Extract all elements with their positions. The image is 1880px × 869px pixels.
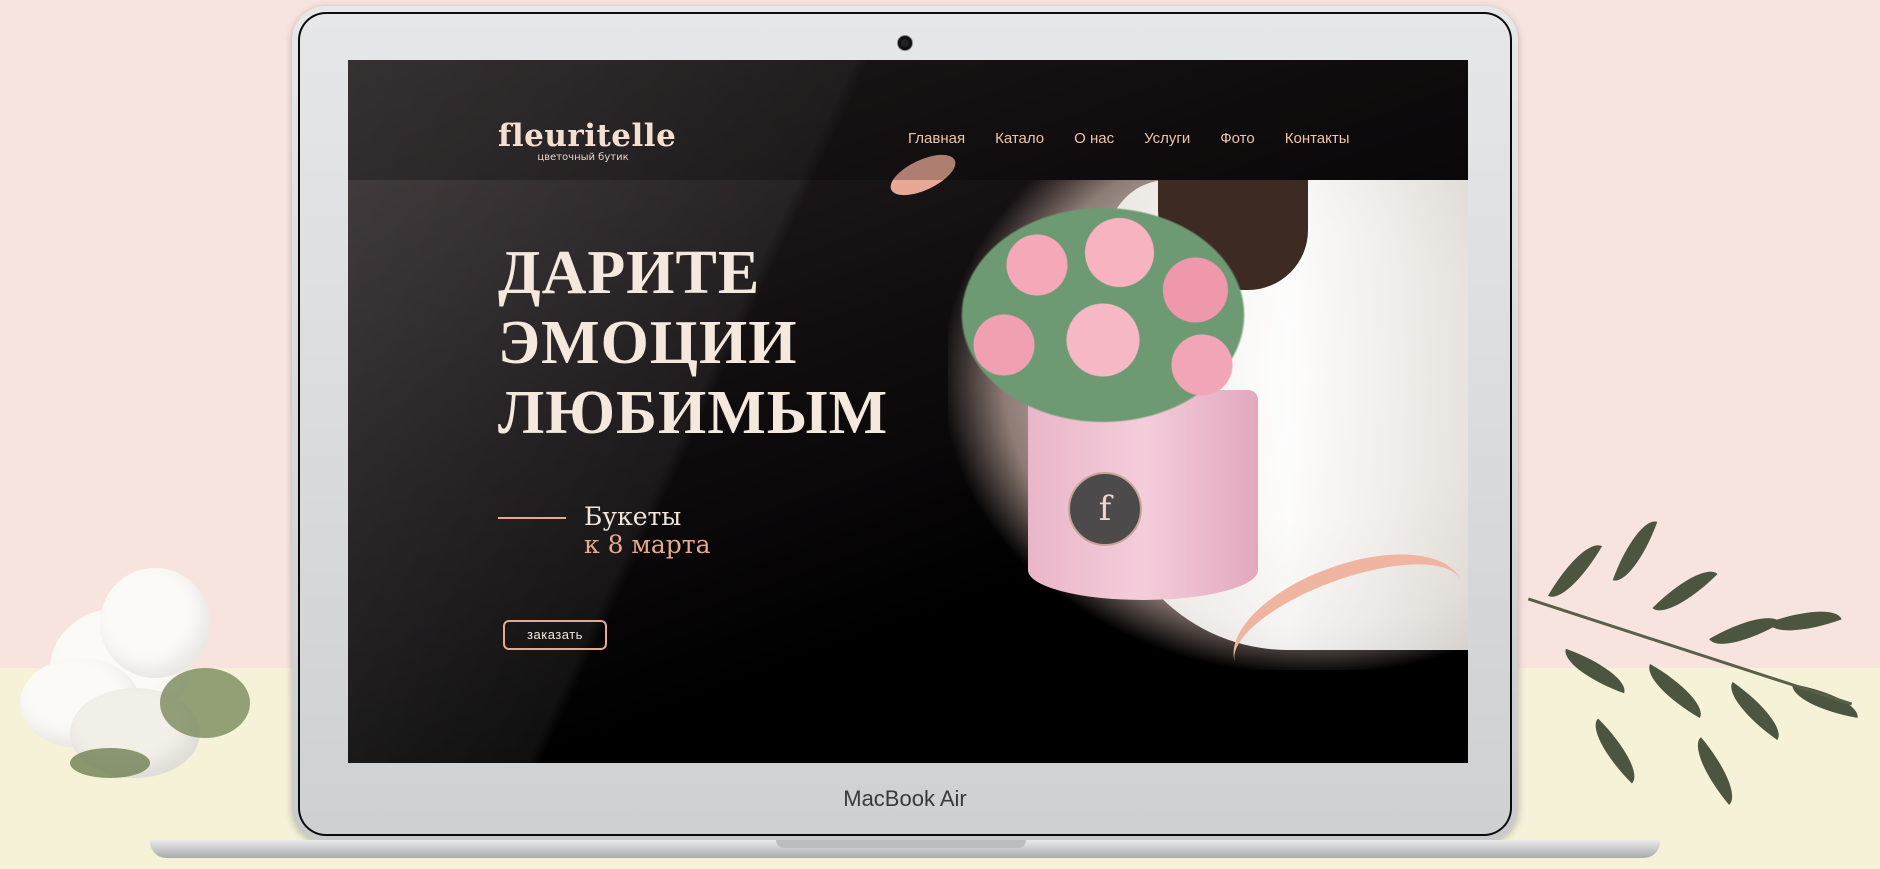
laptop-screen: f fleuritelle цветочный бутик Главная Ка… (348, 60, 1468, 763)
hero-headline-line-2: ЭМОЦИИ (498, 309, 798, 377)
device-brand-label: MacBook Air (843, 786, 967, 811)
site-logo[interactable]: fleuritelle (498, 118, 676, 154)
accent-line (498, 517, 566, 519)
hero-headline-line-1: ДАРИТЕ (498, 239, 761, 307)
nav-item-photo[interactable]: Фото (1220, 130, 1254, 147)
site-logo-tagline: цветочный бутик (537, 152, 629, 163)
peony-decoration (10, 548, 250, 798)
nav-item-about[interactable]: О нас (1074, 130, 1114, 147)
hero-headline-line-3: ЛЮБИМЫМ (498, 379, 889, 447)
hero-subline-1: Букеты (584, 502, 682, 531)
order-button[interactable]: заказать (503, 620, 607, 650)
leaves-decoration (1520, 514, 1880, 820)
nav-item-services[interactable]: Услуги (1144, 130, 1190, 147)
hero-subline-2: к 8 марта (584, 530, 711, 559)
hero-headline: ДАРИТЕ ЭМОЦИИ ЛЮБИМЫМ (498, 238, 918, 448)
nav-item-catalog[interactable]: Катало (995, 130, 1044, 147)
laptop-notch (776, 840, 1026, 848)
main-nav: Главная Катало О нас Услуги Фото Контакт… (908, 130, 1350, 147)
nav-item-contacts[interactable]: Контакты (1285, 130, 1350, 147)
camera-icon (898, 36, 912, 50)
nav-item-home[interactable]: Главная (908, 130, 965, 147)
